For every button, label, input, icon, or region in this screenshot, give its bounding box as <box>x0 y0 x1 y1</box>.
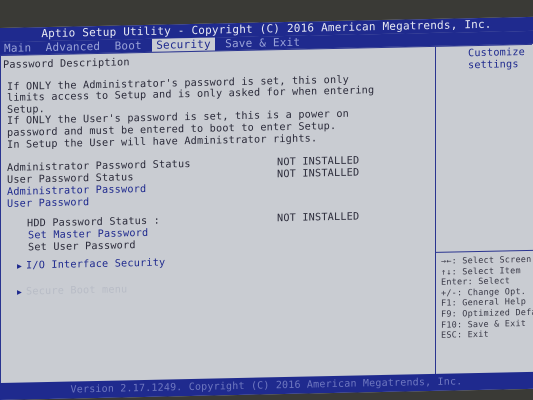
tab-boot[interactable]: Boot <box>111 39 146 53</box>
bios-screen: Aptio Setup Utility - Copyright (C) 2016… <box>0 16 533 400</box>
item-help-panel: Customize settings <box>468 47 525 71</box>
item-help-line: Customize <box>468 47 526 60</box>
tab-security[interactable]: Security <box>152 37 215 52</box>
tab-main[interactable]: Main <box>0 41 35 55</box>
panel-divider <box>435 46 436 375</box>
secure-boot-menu-item[interactable]: ▶ Secure Boot menu <box>3 278 431 299</box>
item-help-line: settings <box>468 58 519 71</box>
content-frame: Password Description If ONLY the Adminis… <box>0 43 533 385</box>
security-main-panel: Password Description If ONLY the Adminis… <box>3 51 431 299</box>
secure-boot-menu-label: Secure Boot menu <box>26 284 128 298</box>
key-hint-exit: ESC: Exit <box>441 329 489 341</box>
help-divider <box>436 249 533 253</box>
io-interface-security-item[interactable]: ▶ I/O Interface Security <box>3 252 431 273</box>
submenu-arrow-icon: ▶ <box>17 261 23 271</box>
io-interface-security-label: I/O Interface Security <box>26 257 166 272</box>
key-help-panel: →←: Select Screen ↑↓: Select Item Enter:… <box>441 254 533 341</box>
description-title: Password Description <box>3 57 130 71</box>
tab-advanced[interactable]: Advanced <box>42 40 105 54</box>
submenu-arrow-icon: ▶ <box>17 287 23 297</box>
